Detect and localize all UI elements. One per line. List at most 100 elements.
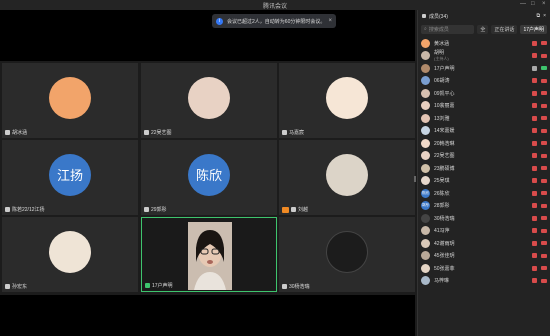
mic-status-icon[interactable] — [532, 53, 537, 59]
avatar — [49, 76, 91, 119]
mic-status-icon[interactable] — [532, 78, 537, 84]
video-tile[interactable]: 22吴艺图 — [141, 63, 277, 138]
close-panel-icon[interactable]: × — [543, 13, 546, 19]
video-tile-active-speaker[interactable]: 17户声明 — [141, 217, 277, 292]
list-item[interactable]: 黄冰涵 — [421, 37, 547, 50]
camera-status-icon[interactable] — [541, 103, 547, 108]
avatar — [421, 113, 430, 123]
mic-status-icon[interactable] — [532, 140, 537, 146]
mic-status-icon[interactable] — [532, 90, 537, 96]
participant-name: 26陈欣 — [434, 190, 450, 197]
bottom-toolbar — [0, 295, 415, 336]
list-item[interactable]: 41冯萍 — [421, 225, 547, 238]
camera-status-icon[interactable] — [541, 66, 547, 71]
avatar — [421, 126, 430, 136]
list-item[interactable]: 06胡涛 — [421, 75, 547, 88]
participant-name: 29郭彤 — [151, 207, 167, 213]
camera-status-icon[interactable] — [541, 203, 547, 208]
video-tile[interactable]: 孙宏东 — [2, 217, 138, 292]
camera-status-icon[interactable] — [541, 153, 547, 158]
popout-icon[interactable]: ⧉ — [537, 13, 541, 19]
camera-status-icon[interactable] — [541, 216, 547, 221]
camera-status-icon[interactable] — [541, 116, 547, 121]
participant-name: 22吴艺图 — [434, 153, 455, 160]
filter-all[interactable]: 全 — [477, 24, 489, 34]
camera-status-icon[interactable] — [541, 278, 547, 283]
mic-status-icon[interactable] — [532, 253, 537, 259]
camera-status-icon[interactable] — [541, 166, 547, 171]
participant-name: 42谢雨玥 — [434, 240, 455, 247]
list-item[interactable]: 25吴琪 — [421, 175, 547, 188]
camera-status-icon[interactable] — [541, 141, 547, 146]
list-item[interactable]: 10裴丽嘉 — [421, 100, 547, 113]
mic-status-icon[interactable] — [532, 128, 537, 134]
member-search-input[interactable]: ⌕ 搜索成员 — [421, 24, 475, 34]
mic-status-icon[interactable] — [532, 40, 537, 46]
camera-status-icon[interactable] — [541, 53, 547, 58]
filter-talking[interactable]: 正在讲话 — [491, 24, 518, 34]
list-item[interactable]: 13刘雅 — [421, 112, 547, 125]
mic-status-icon[interactable] — [532, 215, 537, 221]
list-item[interactable]: 42谢雨玥 — [421, 237, 547, 250]
mic-status-icon[interactable] — [532, 178, 537, 184]
list-item[interactable]: 郭彤 28郭彤 — [421, 200, 547, 213]
participant-name: 41冯萍 — [434, 228, 450, 235]
minimize-button[interactable]: — — [520, 1, 526, 7]
list-item[interactable]: 22吴艺图 — [421, 150, 547, 163]
avatar — [326, 153, 368, 196]
camera-status-icon[interactable] — [541, 266, 547, 271]
list-item[interactable]: 23鹏硕博 — [421, 162, 547, 175]
camera-status-icon[interactable] — [541, 78, 547, 83]
list-item[interactable]: 14宋嘉媛 — [421, 125, 547, 138]
list-item[interactable]: 胡明 (主持人) — [421, 50, 547, 63]
video-tile[interactable]: 刘越 — [279, 140, 415, 215]
mic-status-icon[interactable] — [532, 65, 537, 71]
avatar — [421, 38, 430, 48]
list-item[interactable]: 17户声明 — [421, 62, 547, 75]
list-item[interactable]: 09凯平心 — [421, 87, 547, 100]
mic-status-icon[interactable] — [532, 165, 537, 171]
list-item[interactable]: 20韩浩琳 — [421, 137, 547, 150]
video-tile[interactable]: 陈欣 29郭彤 — [141, 140, 277, 215]
video-tile[interactable]: 30杨浩瑞 — [279, 217, 415, 292]
camera-status-icon[interactable] — [541, 253, 547, 258]
mic-status-icon[interactable] — [532, 240, 537, 246]
avatar: 郭彤 — [421, 201, 430, 211]
close-icon[interactable]: × — [328, 18, 332, 24]
video-tile[interactable]: 马嘉宸 — [279, 63, 415, 138]
list-item[interactable]: 30杨浩瑞 — [421, 212, 547, 225]
mic-icon — [5, 207, 10, 212]
mic-status-icon[interactable] — [532, 153, 537, 159]
camera-status-icon[interactable] — [541, 91, 547, 96]
camera-status-icon[interactable] — [541, 128, 547, 133]
avatar — [49, 230, 91, 273]
camera-status-icon[interactable] — [541, 241, 547, 246]
filter-count[interactable]: 17户声明 — [520, 24, 547, 34]
toast-text: 会议已超过2人，自动转为60分钟限时会议。 — [227, 18, 326, 25]
mic-status-icon[interactable] — [532, 265, 537, 271]
panel-resize-handle[interactable] — [414, 176, 416, 182]
mic-status-icon[interactable] — [532, 115, 537, 121]
participant-name: 10裴丽嘉 — [434, 103, 455, 110]
mic-status-icon[interactable] — [532, 190, 537, 196]
list-item[interactable]: 陈欣 26陈欣 — [421, 187, 547, 200]
mic-status-icon[interactable] — [532, 103, 537, 109]
collapse-icon[interactable] — [422, 14, 426, 18]
list-item[interactable]: 马梓琳 — [421, 275, 547, 288]
window-title: 腾讯会议 — [262, 4, 287, 10]
maximize-button[interactable]: □ — [531, 1, 535, 7]
mic-status-icon[interactable] — [532, 203, 537, 209]
camera-status-icon[interactable] — [541, 41, 547, 46]
mic-status-icon[interactable] — [532, 278, 537, 284]
close-button[interactable]: × — [542, 1, 546, 7]
video-tile[interactable]: 江扬 陈若22/12江扬 — [2, 140, 138, 215]
avatar — [421, 176, 430, 186]
video-tile[interactable]: 胡冰涵 — [2, 63, 138, 138]
camera-status-icon[interactable] — [541, 191, 547, 196]
mic-status-icon[interactable] — [532, 228, 537, 234]
camera-status-icon[interactable] — [541, 178, 547, 183]
list-item[interactable]: 50张嘉菲 — [421, 262, 547, 275]
avatar — [188, 76, 230, 119]
camera-status-icon[interactable] — [541, 228, 547, 233]
list-item[interactable]: 45张佳玥 — [421, 250, 547, 263]
